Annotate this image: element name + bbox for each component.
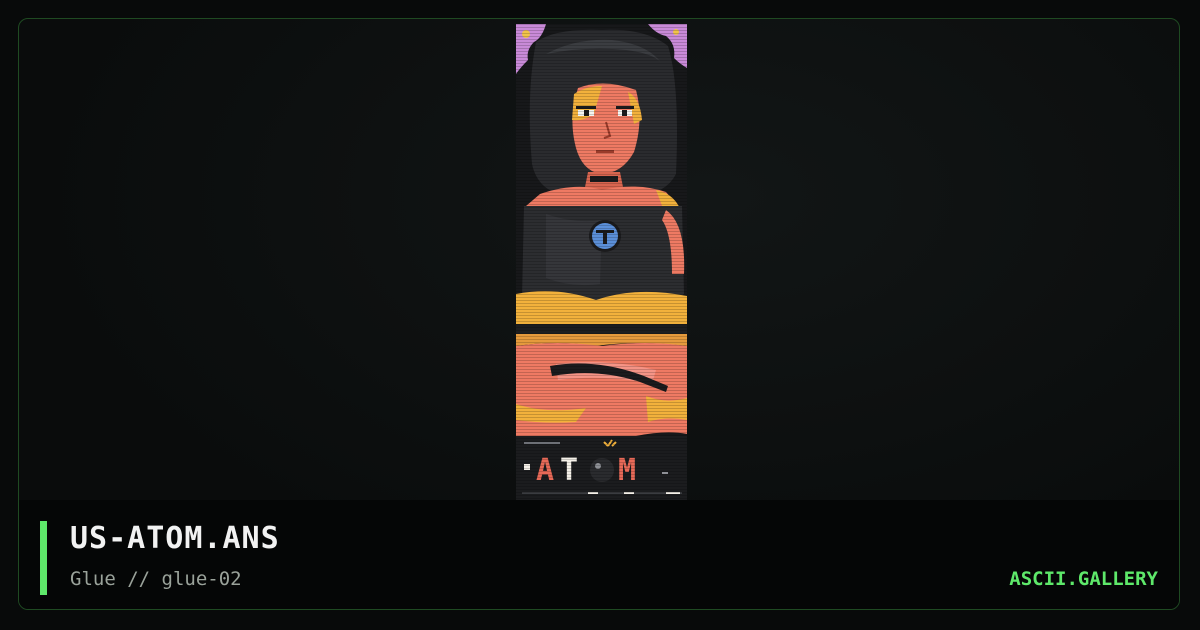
- site-brand: ASCII.GALLERY: [1009, 568, 1158, 590]
- preview-card: A T M US-ATOM.ANS Glue // glue-02 ASCII.…: [18, 18, 1180, 610]
- artwork-credit: Glue // glue-02: [70, 568, 242, 590]
- svg-text:T: T: [560, 453, 578, 488]
- svg-text:M: M: [618, 453, 636, 488]
- accent-bar: [40, 521, 47, 595]
- ansi-artwork-image: A T M: [516, 24, 687, 500]
- info-footer: US-ATOM.ANS Glue // glue-02 ASCII.GALLER…: [19, 500, 1179, 609]
- svg-text:A: A: [536, 453, 554, 488]
- artwork-title: US-ATOM.ANS: [70, 521, 280, 556]
